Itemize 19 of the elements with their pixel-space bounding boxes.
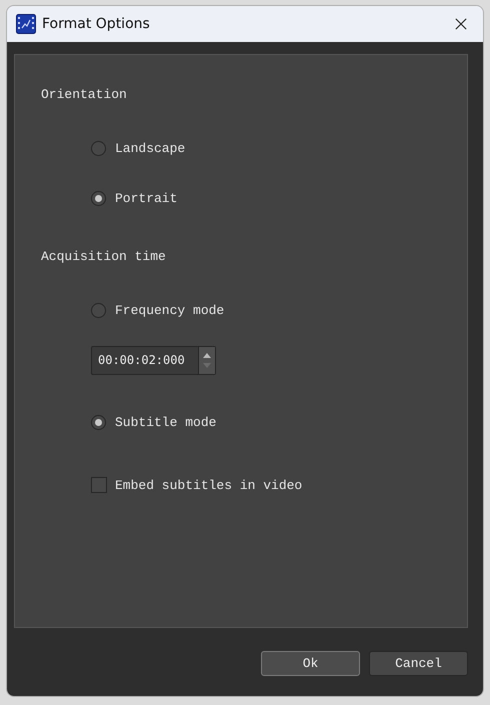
radio-button[interactable] (91, 414, 106, 430)
checkbox[interactable] (91, 477, 107, 493)
radio-button[interactable] (91, 302, 106, 318)
close-icon[interactable] (455, 18, 467, 30)
radio-button[interactable] (91, 190, 106, 206)
radio-label: Landscape (115, 140, 186, 156)
dialog-button[interactable]: Cancel (369, 651, 468, 676)
up-arrow-icon[interactable] (202, 352, 212, 358)
radio-label: Subtitle mode (115, 414, 216, 430)
radio-label: Frequency mode (115, 302, 224, 318)
radio-button[interactable] (91, 140, 106, 156)
dialog-button[interactable]: Ok (261, 651, 360, 676)
window-title: Format Options (42, 16, 151, 32)
radio-label: Portrait (115, 190, 178, 206)
section-heading: Orientation (41, 86, 128, 104)
film-icon (16, 14, 36, 34)
section-heading: Acquisition time (41, 248, 167, 266)
time-spinbox[interactable]: 00:00:02:000 (91, 346, 216, 374)
checkbox-label: Embed subtitles in video (115, 478, 302, 492)
